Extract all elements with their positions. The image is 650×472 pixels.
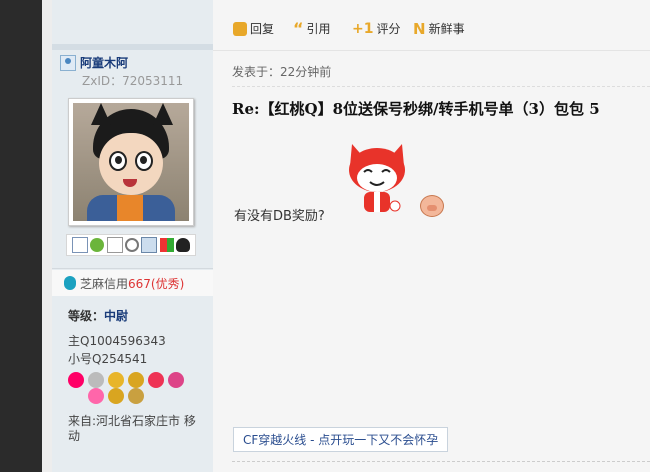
user-info-main: 主Q1004596343 (68, 334, 166, 348)
left-dark-strip (0, 0, 42, 472)
user-level: 等级：中尉 (68, 307, 128, 324)
quote-label: 引用 (306, 22, 331, 36)
separator (232, 86, 650, 87)
post-title: Re:【红桃Q】8位送保号秒绑/转手机号单（3）包包 5 (232, 100, 600, 118)
fox-emoticon-icon (349, 144, 405, 212)
rate-label: 评分 (376, 22, 401, 36)
quote-button[interactable]: “ 引用 (293, 20, 331, 37)
reply-button[interactable]: 回复 (233, 20, 274, 37)
post-toolbar: 回复 “ 引用 +1 评分 N 新鲜事 (213, 0, 650, 51)
left-gutter (42, 0, 52, 472)
avatar[interactable] (68, 98, 194, 226)
sidebar-top (52, 0, 213, 48)
medal-icon (128, 372, 144, 388)
medal-icon (128, 388, 144, 404)
news-icon: N (413, 19, 426, 38)
ad-link[interactable]: CF穿越火线 - 点开玩一下又不会怀孕 (233, 427, 449, 452)
qq-icon[interactable] (175, 238, 190, 252)
user-info-alt: 小号Q254541 (68, 352, 148, 366)
user-location: 来自:河北省石家庄市 移动 (68, 414, 196, 443)
post-time: 发表于：22分钟前 (232, 65, 332, 79)
medal-icon (108, 388, 124, 404)
pig-emoticon-icon (420, 195, 444, 217)
blocks-icon[interactable] (159, 238, 174, 252)
profile-doc-icon[interactable] (106, 237, 123, 253)
user-sidebar: 阿童木阿 ZxID：72053111 芝麻信用 667(优秀) 等级：中尉 主Q… (52, 0, 213, 472)
user-head: 阿童木阿 (60, 54, 128, 71)
bottom-separator (232, 461, 650, 462)
card-icon[interactable] (141, 237, 158, 253)
medal-icon (88, 372, 104, 388)
divider (52, 268, 213, 269)
level-label: 等级： (68, 309, 105, 323)
credit-bar: 芝麻信用 667(优秀) (52, 270, 213, 296)
user-icon (60, 54, 76, 71)
credit-label: 芝麻信用 (80, 276, 129, 291)
sesame-credit-icon (64, 276, 76, 290)
level-value[interactable]: 中尉 (104, 309, 128, 323)
medal-icon (108, 372, 124, 388)
quote-icon: “ (293, 18, 304, 38)
reply-label: 回复 (250, 22, 275, 36)
news-label: 新鲜事 (428, 22, 465, 36)
search-icon[interactable] (124, 238, 139, 252)
sidebar-bar (52, 44, 213, 50)
news-button[interactable]: N 新鲜事 (413, 20, 465, 37)
avatar-image (73, 103, 189, 221)
user-action-icons (66, 234, 196, 256)
credit-score: 667(优秀) (128, 276, 185, 291)
medal-icon (148, 372, 164, 388)
medal-icon (88, 388, 104, 404)
reply-icon (233, 21, 247, 36)
medal-icon (168, 372, 184, 388)
user-zxid: ZxID：72053111 (82, 74, 184, 88)
medal-icon (68, 372, 84, 388)
add-friend-icon[interactable] (90, 238, 105, 252)
rate-button[interactable]: +1 评分 (352, 20, 401, 37)
plus-one-icon: +1 (352, 20, 374, 37)
username[interactable]: 阿童木阿 (80, 54, 128, 71)
post-body: 有没有DB奖励? (234, 209, 325, 224)
mail-icon[interactable] (72, 237, 89, 253)
medals (66, 370, 186, 404)
